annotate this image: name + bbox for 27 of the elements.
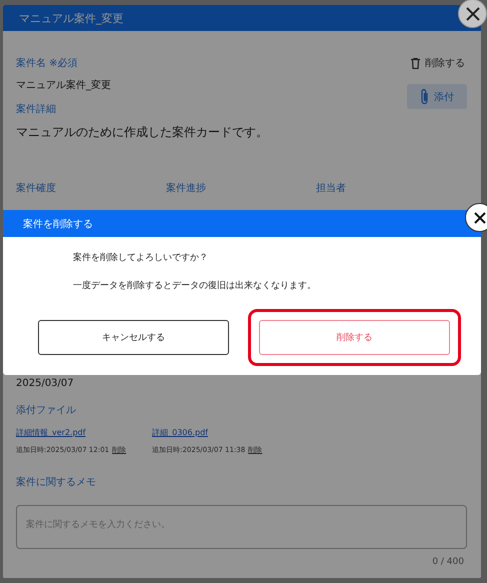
- character-counter: 0 / 400: [432, 557, 464, 567]
- attach-button[interactable]: 添付: [407, 84, 467, 109]
- close-icon: [464, 6, 480, 22]
- cancel-button[interactable]: キャンセルする: [38, 320, 229, 355]
- paperclip-icon: [420, 88, 430, 106]
- field-label: 担当者: [316, 182, 347, 195]
- close-icon: [472, 210, 486, 224]
- field-label: 案件詳細: [16, 102, 57, 116]
- field-value: マニュアルのために作成した案件カードです。: [16, 124, 268, 141]
- field-label: 案件進捗: [166, 182, 207, 195]
- memo-field[interactable]: 案件に関するメモを入力ください。: [16, 505, 467, 549]
- file-link[interactable]: 詳細情報_ver2.pdf: [16, 427, 86, 438]
- message-text: 案件を削除してよろしいですか？: [73, 251, 208, 265]
- close-button[interactable]: [458, 0, 487, 28]
- dialog-title: マニュアル案件_変更: [19, 10, 124, 26]
- file-link[interactable]: 詳細_0306.pdf: [152, 427, 208, 438]
- section-label: 添付ファイル: [16, 404, 76, 417]
- section-label: 案件に関するメモ: [16, 476, 96, 489]
- date-value: 2025/03/07: [16, 378, 74, 389]
- trash-icon: [411, 58, 420, 68]
- delete-button[interactable]: 削除する: [259, 320, 450, 355]
- message-text: 一度データを削除するとデータの復旧は出来なくなります。: [73, 280, 316, 293]
- field-value: マニュアル案件_変更: [16, 78, 112, 92]
- field-label: 案件名 ※必須: [16, 56, 79, 70]
- delete-link[interactable]: 削除する: [411, 56, 465, 70]
- field-label: 案件確度: [16, 182, 57, 195]
- dialog-title: 案件を削除する: [23, 218, 93, 230]
